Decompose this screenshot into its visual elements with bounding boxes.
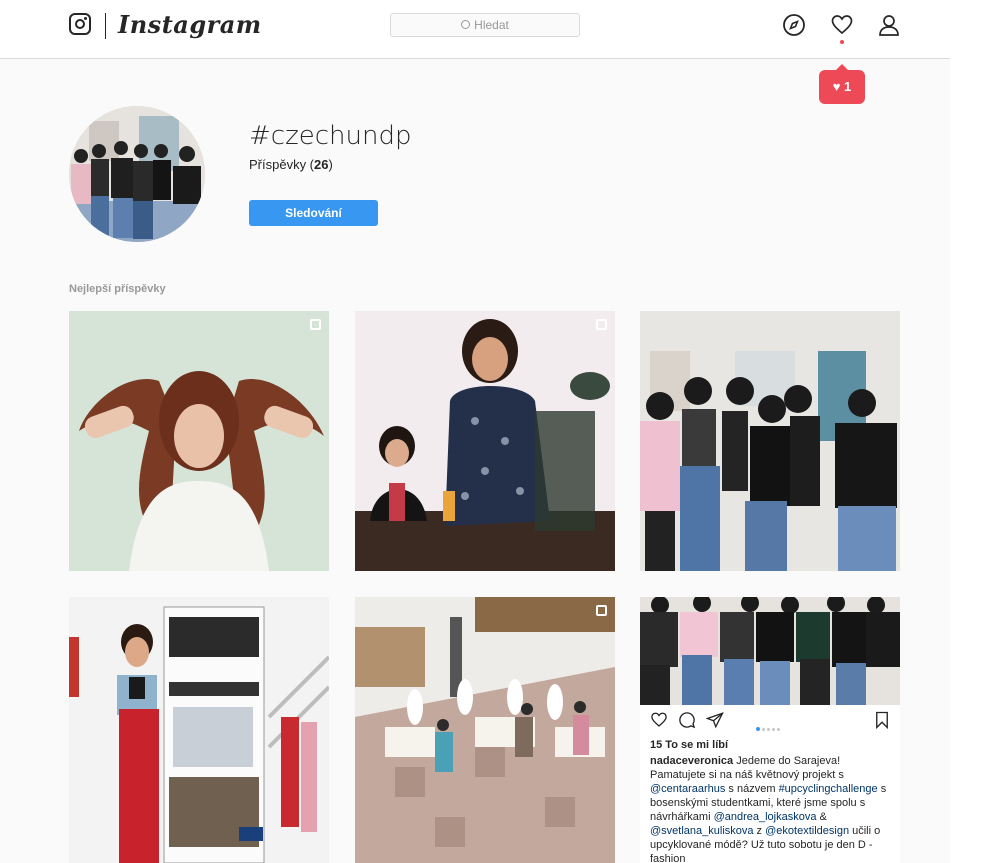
search-input[interactable]: Hledat <box>390 13 580 37</box>
share-icon[interactable] <box>706 711 724 729</box>
carousel-dots <box>756 718 780 736</box>
search-icon <box>461 20 471 29</box>
mention-link[interactable]: @centaraarhus <box>650 783 725 795</box>
embedded-post-thumbnail[interactable]: 15 To se mi líbí nadaceveronica Jedeme d… <box>640 597 900 863</box>
post-thumbnail[interactable] <box>355 311 615 571</box>
like-heart-icon[interactable] <box>650 711 668 729</box>
hashtag-avatar <box>69 106 205 242</box>
hashtag-link[interactable]: #upcyclingchallenge <box>779 783 878 795</box>
post-thumbnail[interactable] <box>69 311 329 571</box>
follow-button[interactable]: Sledování <box>249 200 378 226</box>
search-placeholder: Hledat <box>474 18 509 32</box>
post-thumbnail[interactable] <box>640 311 900 571</box>
mention-link[interactable]: @andrea_lojkaskova <box>714 811 817 823</box>
post-caption: nadaceveronica Jedeme do Sarajeva! Pamat… <box>650 755 887 863</box>
embedded-post-image <box>640 597 900 705</box>
multiple-images-icon <box>596 319 607 330</box>
right-margin <box>950 0 1004 863</box>
compass-icon[interactable] <box>782 13 806 37</box>
likes-count: 15 To se mi líbí <box>650 739 729 751</box>
heart-icon[interactable] <box>830 13 854 37</box>
mention-link[interactable]: @ekotextildesign <box>765 825 849 837</box>
hashtag-title: #czechundp <box>249 121 412 151</box>
heart-filled-icon: ♥ <box>832 79 841 94</box>
multiple-images-icon <box>596 605 607 616</box>
notification-bubble[interactable]: ♥ 1 <box>819 64 865 104</box>
post-thumbnail[interactable] <box>355 597 615 863</box>
embedded-post-actions <box>640 705 900 735</box>
instagram-wordmark[interactable]: Instagram <box>118 10 262 39</box>
top-posts-heading: Nejlepší příspěvky <box>69 283 166 295</box>
caption-username[interactable]: nadaceveronica <box>650 755 733 767</box>
notification-dot <box>840 40 844 44</box>
instagram-camera-icon[interactable] <box>69 13 91 35</box>
profile-icon[interactable] <box>877 13 901 37</box>
mention-link[interactable]: @svetlana_kuliskova <box>650 825 754 837</box>
post-thumbnail[interactable] <box>69 597 329 863</box>
posts-count: Příspěvky (26) <box>249 157 333 172</box>
notification-count: 1 <box>844 79 852 94</box>
comment-icon[interactable] <box>678 711 696 729</box>
bookmark-icon[interactable] <box>874 711 890 729</box>
posts-count-number: 26 <box>314 157 329 172</box>
logo-divider <box>105 13 106 39</box>
top-navigation-bar: Instagram Hledat <box>0 0 950 59</box>
multiple-images-icon <box>310 319 321 330</box>
